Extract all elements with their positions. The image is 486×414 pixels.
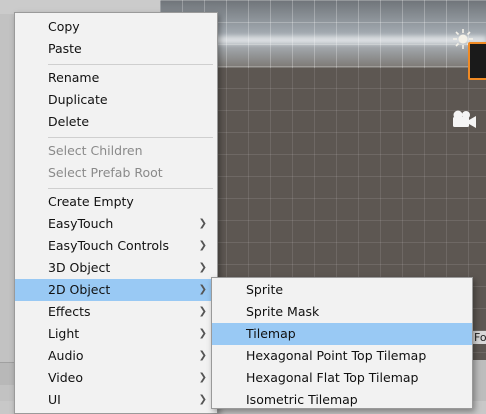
menu-item-rename[interactable]: Rename [15, 67, 217, 89]
context-menu: Copy Paste Rename Duplicate Delete Selec… [14, 12, 218, 414]
submenu-item-hexagonal-flat-top-tilemap[interactable]: Hexagonal Flat Top Tilemap [212, 367, 472, 389]
menu-item-ui[interactable]: UI ❯ [15, 389, 217, 411]
menu-item-label: Duplicate [48, 92, 108, 107]
menu-item-label: Copy [48, 19, 80, 34]
menu-item-label: Delete [48, 114, 90, 129]
submenu-2d-object: Sprite Sprite Mask Tilemap Hexagonal Poi… [211, 277, 473, 409]
chevron-right-icon: ❯ [198, 306, 207, 317]
chevron-right-icon: ❯ [198, 328, 207, 339]
submenu-item-label: Sprite Mask [246, 304, 320, 319]
submenu-item-sprite-mask[interactable]: Sprite Mask [212, 301, 472, 323]
menu-item-copy[interactable]: Copy [15, 16, 217, 38]
submenu-item-isometric-tilemap[interactable]: Isometric Tilemap [212, 389, 472, 411]
menu-item-label: Video [48, 370, 84, 385]
menu-item-label: 2D Object [48, 282, 111, 297]
scene-side-label: Foo [472, 331, 486, 344]
menu-item-label: Rename [48, 70, 100, 85]
chevron-right-icon: ❯ [198, 218, 207, 229]
menu-item-label: Select Prefab Root [48, 165, 163, 180]
menu-item-audio[interactable]: Audio ❯ [15, 345, 217, 367]
menu-item-duplicate[interactable]: Duplicate [15, 89, 217, 111]
menu-separator [48, 137, 213, 138]
menu-item-delete[interactable]: Delete [15, 111, 217, 133]
submenu-item-sprite[interactable]: Sprite [212, 279, 472, 301]
menu-item-select-prefab-root: Select Prefab Root [15, 162, 217, 184]
menu-item-light[interactable]: Light ❯ [15, 323, 217, 345]
menu-item-paste[interactable]: Paste [15, 38, 217, 60]
menu-separator [48, 188, 213, 189]
menu-item-easytouch-controls[interactable]: EasyTouch Controls ❯ [15, 235, 217, 257]
chevron-right-icon: ❯ [198, 394, 207, 405]
chevron-right-icon: ❯ [198, 284, 207, 295]
chevron-right-icon: ❯ [198, 350, 207, 361]
menu-item-easytouch[interactable]: EasyTouch ❯ [15, 213, 217, 235]
camera-icon[interactable] [449, 108, 477, 130]
menu-item-label: EasyTouch [48, 216, 114, 231]
menu-item-2d-object[interactable]: 2D Object ❯ [15, 279, 217, 301]
submenu-item-label: Sprite [246, 282, 284, 297]
menu-item-label: Create Empty [48, 194, 134, 209]
submenu-item-label: Hexagonal Point Top Tilemap [246, 348, 427, 363]
submenu-item-hexagonal-point-top-tilemap[interactable]: Hexagonal Point Top Tilemap [212, 345, 472, 367]
submenu-item-label: Hexagonal Flat Top Tilemap [246, 370, 419, 385]
chevron-right-icon: ❯ [198, 372, 207, 383]
chevron-right-icon: ❯ [198, 262, 207, 273]
submenu-item-label: Tilemap [246, 326, 296, 341]
menu-separator [48, 64, 213, 65]
menu-item-label: UI [48, 392, 61, 407]
menu-item-label: Effects [48, 304, 91, 319]
submenu-item-tilemap[interactable]: Tilemap [212, 323, 472, 345]
submenu-item-label: Isometric Tilemap [246, 392, 358, 407]
chevron-right-icon: ❯ [198, 240, 207, 251]
selected-game-object[interactable] [468, 42, 486, 80]
menu-item-label: 3D Object [48, 260, 111, 275]
menu-item-label: Paste [48, 41, 82, 56]
menu-item-label: EasyTouch Controls [48, 238, 170, 253]
menu-item-effects[interactable]: Effects ❯ [15, 301, 217, 323]
menu-item-3d-object[interactable]: 3D Object ❯ [15, 257, 217, 279]
menu-item-create-empty[interactable]: Create Empty [15, 191, 217, 213]
menu-item-label: Light [48, 326, 80, 341]
menu-item-label: Audio [48, 348, 84, 363]
menu-item-select-children: Select Children [15, 140, 217, 162]
menu-item-label: Select Children [48, 143, 143, 158]
menu-item-video[interactable]: Video ❯ [15, 367, 217, 389]
